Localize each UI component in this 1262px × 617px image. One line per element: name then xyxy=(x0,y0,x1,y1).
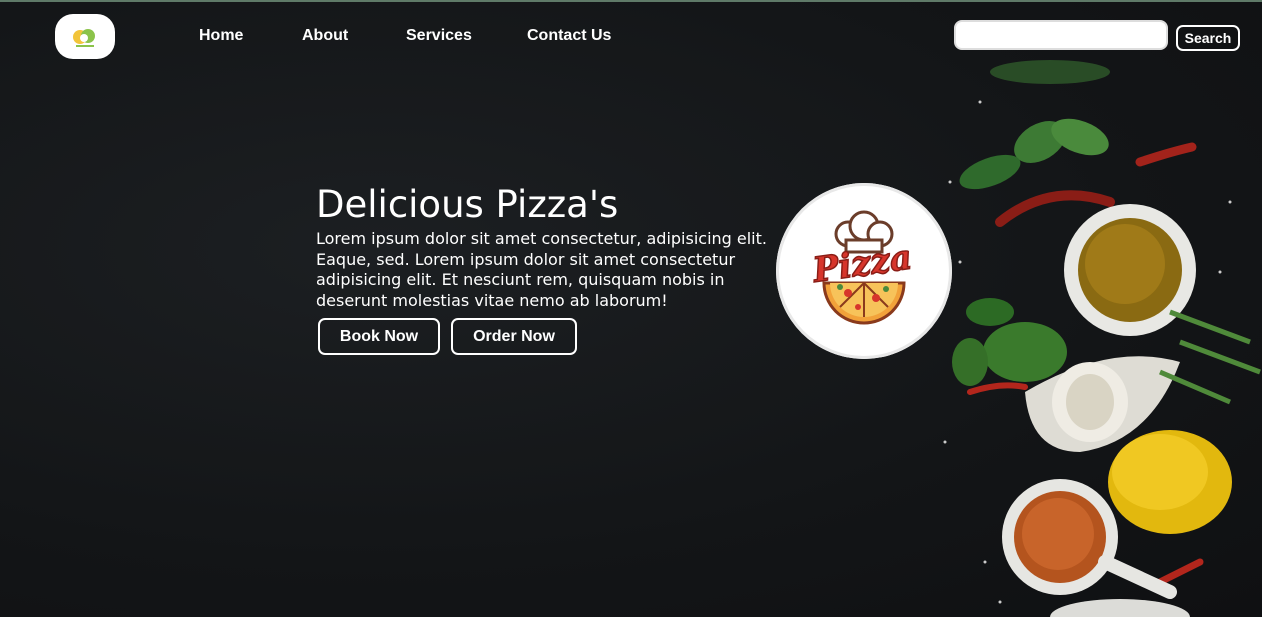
site-logo[interactable] xyxy=(55,14,115,59)
book-now-button[interactable]: Book Now xyxy=(318,318,440,355)
pizza-brand-logo: Pizza xyxy=(776,183,952,359)
food-ingredients-image xyxy=(943,60,1261,617)
nav-home[interactable]: Home xyxy=(199,27,243,45)
hero-title: Delicious Pizza's xyxy=(316,183,619,226)
hero-description: Lorem ipsum dolor sit amet consectetur, … xyxy=(316,229,767,310)
nav-services[interactable]: Services xyxy=(406,27,472,45)
nav-about[interactable]: About xyxy=(302,27,348,45)
leaf-logo-icon xyxy=(73,28,95,47)
nav-contact-us[interactable]: Contact Us xyxy=(527,27,611,45)
page: Home About Services Contact Us Search De… xyxy=(0,0,1262,617)
pizza-chef-hat-icon: Pizza xyxy=(809,210,915,325)
order-now-button[interactable]: Order Now xyxy=(451,318,577,355)
